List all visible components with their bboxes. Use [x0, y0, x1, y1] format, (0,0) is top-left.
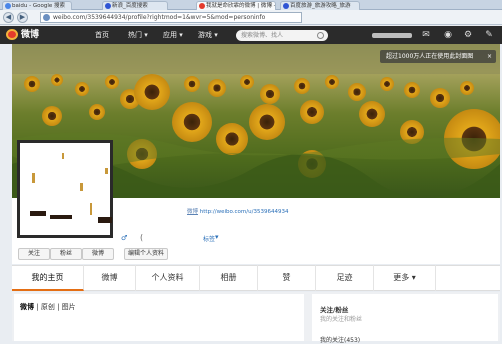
profile-url-line[interactable]: 微博 http://weibo.com/u/3539644934: [187, 207, 288, 217]
username-redacted[interactable]: [372, 33, 412, 38]
feed-filter-sep: |: [57, 303, 60, 311]
tab-more[interactable]: 更多 ▾: [374, 265, 436, 291]
gear-icon[interactable]: ⚙: [462, 30, 474, 41]
browser-tab-title: baidu - Google 搜索: [12, 3, 65, 9]
edit-icon[interactable]: ✎: [483, 30, 495, 41]
search-placeholder: 搜索微博、找人: [241, 32, 284, 39]
sidebar-title[interactable]: 关注/粉丝: [320, 304, 348, 314]
browser-tab-title: 我就是命欣霏的微博 | 微博 -: [206, 3, 276, 9]
weibo-logo[interactable]: 微博: [6, 28, 56, 42]
intro-bracket: (: [140, 233, 144, 242]
avatar-mark: [50, 215, 72, 219]
avatar-mark: [105, 168, 108, 174]
sidebar-subtitle: 我的关注和粉丝: [320, 316, 363, 323]
feed-filter-images[interactable]: 图片: [62, 303, 76, 311]
avatar-mark: [32, 173, 35, 183]
search-icon[interactable]: [317, 32, 324, 39]
browser-tab-title: 新浪_百度搜索: [112, 3, 148, 9]
back-button[interactable]: ◀: [3, 12, 14, 23]
weibo-count-button[interactable]: 微博: [82, 248, 114, 260]
tab-profile[interactable]: 个人资料: [136, 265, 200, 291]
feed-filter-tabs: 微博 | 原创 | 图片: [20, 302, 76, 312]
cover-notice-text: 超过1000万人正在使用此封面图: [386, 53, 474, 60]
globe-icon: [43, 14, 50, 21]
nav-apps[interactable]: 应用 ▾: [163, 28, 183, 42]
message-icon[interactable]: ✉: [420, 30, 432, 41]
browser-tab[interactable]: baidu - Google 搜索: [2, 1, 72, 10]
tab-footprint[interactable]: 足迹: [316, 265, 374, 291]
tab-likes[interactable]: 赞: [258, 265, 316, 291]
avatar-mark: [80, 183, 83, 191]
weibo-favicon-icon: [199, 3, 205, 9]
browser-tab-title: 百度旅游_旅游攻略_旅游: [290, 3, 351, 9]
nav-home[interactable]: 首页: [95, 28, 109, 42]
edit-profile-button[interactable]: 编辑个人资料: [124, 248, 168, 260]
nav-hot[interactable]: 热门 ▾: [128, 28, 148, 42]
browser-tab-active[interactable]: 我就是命欣霏的微博 | 微博 - ×: [196, 1, 276, 10]
gender-male-icon: ♂: [121, 234, 128, 242]
forward-button[interactable]: ▶: [17, 12, 28, 23]
close-icon[interactable]: ×: [487, 50, 492, 63]
profile-url-prefix: 微博: [187, 209, 199, 215]
avatar-mark: [62, 153, 64, 159]
feed-filter-all[interactable]: 微博: [20, 303, 34, 311]
avatar[interactable]: [17, 140, 113, 238]
weibo-search-input[interactable]: 搜索微博、找人: [236, 30, 328, 41]
tab-album[interactable]: 相册: [200, 265, 258, 291]
browser-tab-bar: baidu - Google 搜索 新浪_百度搜索 我就是命欣霏的微博 | 微博…: [0, 0, 502, 10]
url-input[interactable]: weibo.com/3539644934/profile?rightmod=1&…: [40, 12, 302, 23]
feed-filter-sep: |: [36, 303, 39, 311]
weibo-eye-icon: [6, 29, 18, 40]
feed-filter-original[interactable]: 原创: [41, 303, 55, 311]
cover-notice: 超过1000万人正在使用此封面图 ×: [380, 50, 496, 63]
avatar-mark: [90, 203, 92, 215]
avatar-mark: [98, 217, 112, 223]
weibo-logo-text: 微博: [21, 30, 40, 40]
chevron-down-icon[interactable]: ▾: [215, 233, 219, 241]
avatar-mark: [30, 211, 46, 216]
tab-home[interactable]: 我的主页: [12, 265, 84, 291]
nav-games[interactable]: 游戏 ▾: [198, 28, 218, 42]
tag-link[interactable]: 标签: [203, 234, 215, 243]
browser-tab[interactable]: 新浪_百度搜索: [102, 1, 168, 10]
sidebar-following-count[interactable]: 我的关注(453): [320, 335, 360, 344]
fans-button[interactable]: 粉丝: [50, 248, 82, 260]
google-favicon-icon: [5, 3, 11, 9]
tab-weibo[interactable]: 微博: [84, 265, 136, 291]
baidu-favicon-icon: [105, 3, 111, 9]
browser-tab[interactable]: 百度旅游_旅游攻略_旅游: [280, 1, 360, 10]
url-text: weibo.com/3539644934/profile?rightmod=1&…: [53, 14, 266, 21]
close-tab-icon[interactable]: ×: [268, 2, 273, 10]
following-button[interactable]: 关注: [18, 248, 50, 260]
bell-icon[interactable]: ◉: [442, 30, 454, 41]
baidu-favicon-icon: [283, 3, 289, 9]
profile-url[interactable]: http://weibo.com/u/3539644934: [200, 209, 289, 215]
